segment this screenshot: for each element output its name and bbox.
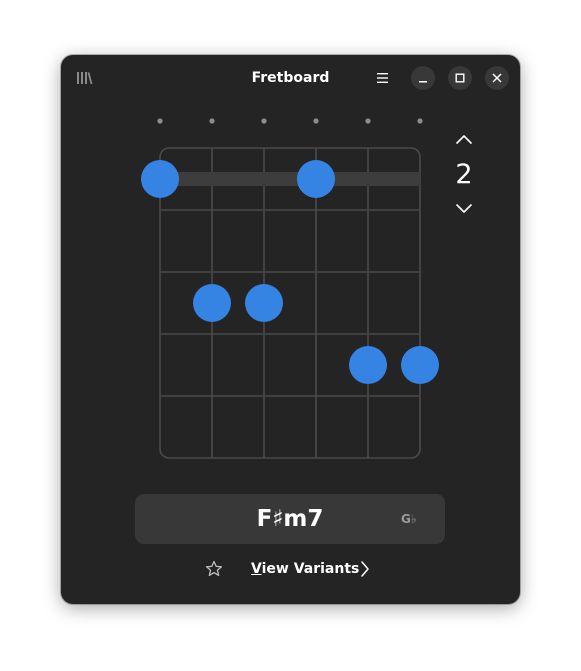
- view-variants-button[interactable]: View Variants: [251, 557, 359, 581]
- string-indicator-dot: [313, 118, 319, 124]
- chord-name: F♯m7: [256, 506, 324, 532]
- finger-dot: [401, 346, 439, 384]
- chevron-up-icon[interactable]: [449, 129, 479, 149]
- chord-name-field[interactable]: F♯m7 G♭: [135, 494, 445, 544]
- app-window: Fretboard 2 F♯m7 G♭ View Variants: [61, 55, 520, 604]
- finger-dot: [349, 346, 387, 384]
- string-indicator-dot: [417, 118, 423, 124]
- string-indicator-dot: [157, 118, 163, 124]
- finger-dot: [141, 160, 179, 198]
- fret-position-value: 2: [455, 159, 473, 190]
- finger-dot: [297, 160, 335, 198]
- mnemonic-letter: V: [251, 561, 262, 577]
- fret-position-spinner: 2: [445, 127, 483, 227]
- star-icon[interactable]: [204, 559, 224, 579]
- string-indicator-dot: [209, 118, 215, 124]
- chord-diagram[interactable]: [61, 55, 520, 485]
- finger-dot: [193, 284, 231, 322]
- chevron-right-icon[interactable]: [358, 560, 372, 578]
- enharmonic-name: G♭: [401, 512, 417, 526]
- finger-dot: [245, 284, 283, 322]
- view-variants-label: View Variants: [251, 561, 360, 577]
- chevron-down-icon[interactable]: [449, 199, 479, 219]
- string-indicator-dot: [261, 118, 267, 124]
- barre-bar: [160, 172, 420, 186]
- string-indicator-dot: [365, 118, 371, 124]
